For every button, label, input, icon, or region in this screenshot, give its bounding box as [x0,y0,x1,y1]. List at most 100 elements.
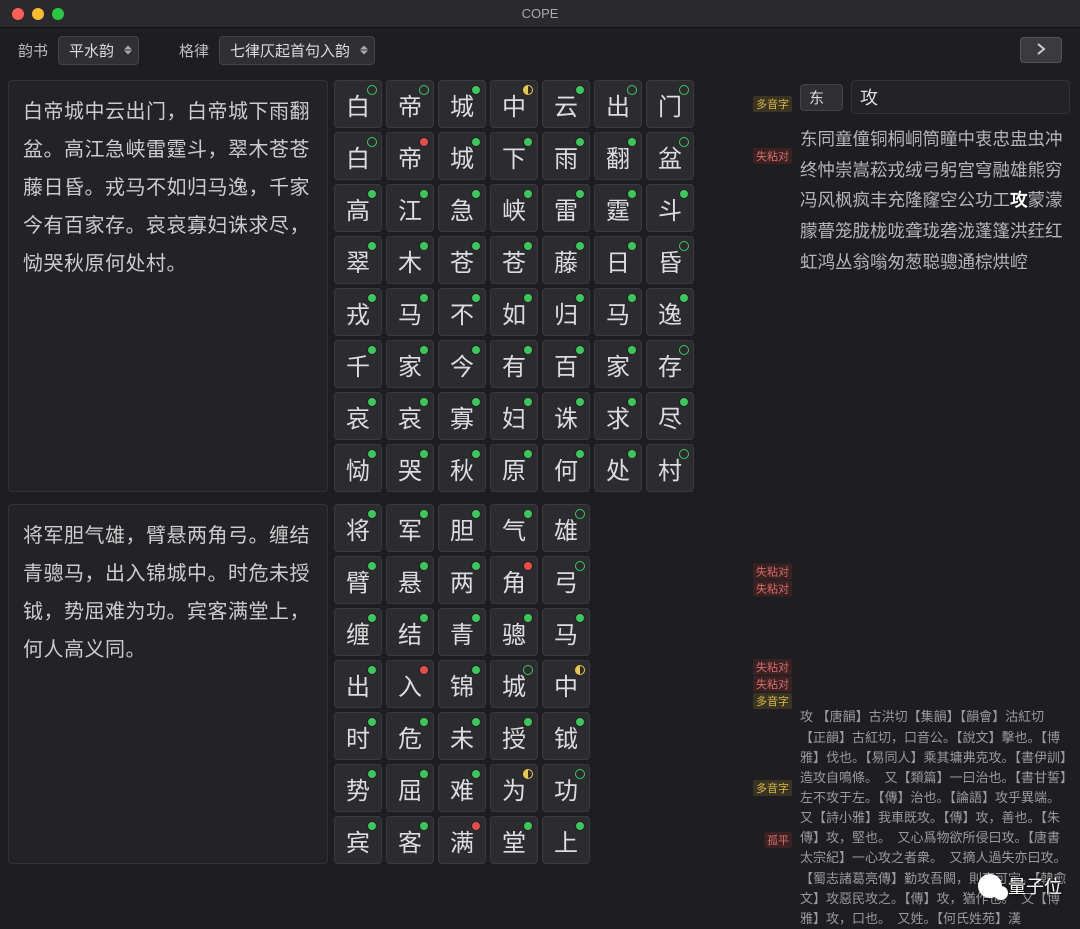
char-cell[interactable]: 势 [334,764,382,812]
char-cell[interactable]: 雷 [542,184,590,232]
char-cell[interactable]: 气 [490,504,538,552]
poem-text[interactable]: 将军胆气雄，臂悬两角弓。缠结青骢马，出入锦城中。时危未授钺，势屈难为功。宾客满堂… [8,504,328,864]
char-cell[interactable]: 秋 [438,444,486,492]
char-cell[interactable]: 翻 [594,132,642,180]
char-cell[interactable]: 缠 [334,608,382,656]
char-cell[interactable]: 哀 [334,392,382,440]
char-cell[interactable]: 上 [542,816,590,864]
char-cell[interactable]: 出 [334,660,382,708]
char-cell[interactable]: 胆 [438,504,486,552]
char-cell[interactable]: 雄 [542,504,590,552]
char-cell[interactable]: 骢 [490,608,538,656]
char-cell[interactable]: 门 [646,80,694,128]
rhyme-search-input[interactable]: 攻 [851,80,1070,114]
char-cell[interactable]: 不 [438,288,486,336]
char-cell[interactable]: 原 [490,444,538,492]
char-cell[interactable]: 将 [334,504,382,552]
char-cell[interactable]: 结 [386,608,434,656]
next-button[interactable] [1020,37,1062,63]
char-cell[interactable]: 堂 [490,816,538,864]
char-cell[interactable]: 诛 [542,392,590,440]
char-cell[interactable]: 弓 [542,556,590,604]
char-cell[interactable]: 尽 [646,392,694,440]
char-cell[interactable]: 急 [438,184,486,232]
char-cell[interactable]: 白 [334,132,382,180]
char-cell[interactable]: 何 [542,444,590,492]
char-cell[interactable]: 屈 [386,764,434,812]
char-cell[interactable]: 恸 [334,444,382,492]
char-cell[interactable]: 村 [646,444,694,492]
char-cell[interactable]: 寡 [438,392,486,440]
char-cell[interactable]: 难 [438,764,486,812]
char-cell[interactable]: 锦 [438,660,486,708]
char-cell[interactable]: 归 [542,288,590,336]
char-cell[interactable]: 城 [438,132,486,180]
char-cell[interactable]: 中 [490,80,538,128]
char-cell[interactable]: 家 [594,340,642,388]
char-cell[interactable]: 如 [490,288,538,336]
char-cell[interactable]: 时 [334,712,382,760]
char-cell[interactable]: 今 [438,340,486,388]
char-cell[interactable]: 帝 [386,132,434,180]
char-cell[interactable]: 处 [594,444,642,492]
char-cell[interactable]: 哭 [386,444,434,492]
char-cell[interactable]: 峡 [490,184,538,232]
pattern-select[interactable]: 七律仄起首句入韵 [219,36,375,65]
char-cell[interactable]: 求 [594,392,642,440]
char-cell[interactable]: 妇 [490,392,538,440]
char-cell[interactable]: 悬 [386,556,434,604]
char-cell[interactable]: 昏 [646,236,694,284]
char-cell[interactable]: 百 [542,340,590,388]
char-cell[interactable]: 钺 [542,712,590,760]
char-cell[interactable]: 下 [490,132,538,180]
char-cell[interactable]: 逸 [646,288,694,336]
char-cell[interactable]: 千 [334,340,382,388]
rhyme-book-select[interactable]: 平水韵 [58,36,139,65]
poem-text[interactable]: 白帝城中云出门，白帝城下雨翻盆。高江急峡雷霆斗，翠木苍苍藤日昏。戎马不如归马逸，… [8,80,328,492]
char-cell[interactable]: 青 [438,608,486,656]
char-cell[interactable]: 马 [594,288,642,336]
char-cell[interactable]: 有 [490,340,538,388]
char-cell[interactable]: 两 [438,556,486,604]
char-cell[interactable]: 云 [542,80,590,128]
char-cell[interactable]: 苍 [438,236,486,284]
minimize-icon[interactable] [32,8,44,20]
char-cell[interactable]: 翠 [334,236,382,284]
char-cell[interactable]: 木 [386,236,434,284]
char-cell[interactable]: 宾 [334,816,382,864]
rhyme-group-select[interactable]: 东 [800,84,843,111]
maximize-icon[interactable] [52,8,64,20]
char-cell[interactable]: 藤 [542,236,590,284]
char-cell[interactable]: 日 [594,236,642,284]
char-cell[interactable]: 存 [646,340,694,388]
char-cell[interactable]: 角 [490,556,538,604]
char-cell[interactable]: 盆 [646,132,694,180]
char-cell[interactable]: 功 [542,764,590,812]
char-cell[interactable]: 霆 [594,184,642,232]
char-cell[interactable]: 军 [386,504,434,552]
char-cell[interactable]: 危 [386,712,434,760]
char-cell[interactable]: 为 [490,764,538,812]
char-cell[interactable]: 入 [386,660,434,708]
char-cell[interactable]: 臂 [334,556,382,604]
char-cell[interactable]: 客 [386,816,434,864]
char-cell[interactable]: 中 [542,660,590,708]
char-cell[interactable]: 哀 [386,392,434,440]
close-icon[interactable] [12,8,24,20]
char-cell[interactable]: 白 [334,80,382,128]
char-cell[interactable]: 帝 [386,80,434,128]
char-cell[interactable]: 斗 [646,184,694,232]
char-cell[interactable]: 满 [438,816,486,864]
char-cell[interactable]: 出 [594,80,642,128]
char-cell[interactable]: 未 [438,712,486,760]
char-cell[interactable]: 高 [334,184,382,232]
char-cell[interactable]: 马 [542,608,590,656]
char-cell[interactable]: 戎 [334,288,382,336]
char-cell[interactable]: 家 [386,340,434,388]
char-cell[interactable]: 马 [386,288,434,336]
char-cell[interactable]: 城 [438,80,486,128]
char-cell[interactable]: 江 [386,184,434,232]
char-cell[interactable]: 苍 [490,236,538,284]
char-cell[interactable]: 城 [490,660,538,708]
char-cell[interactable]: 授 [490,712,538,760]
